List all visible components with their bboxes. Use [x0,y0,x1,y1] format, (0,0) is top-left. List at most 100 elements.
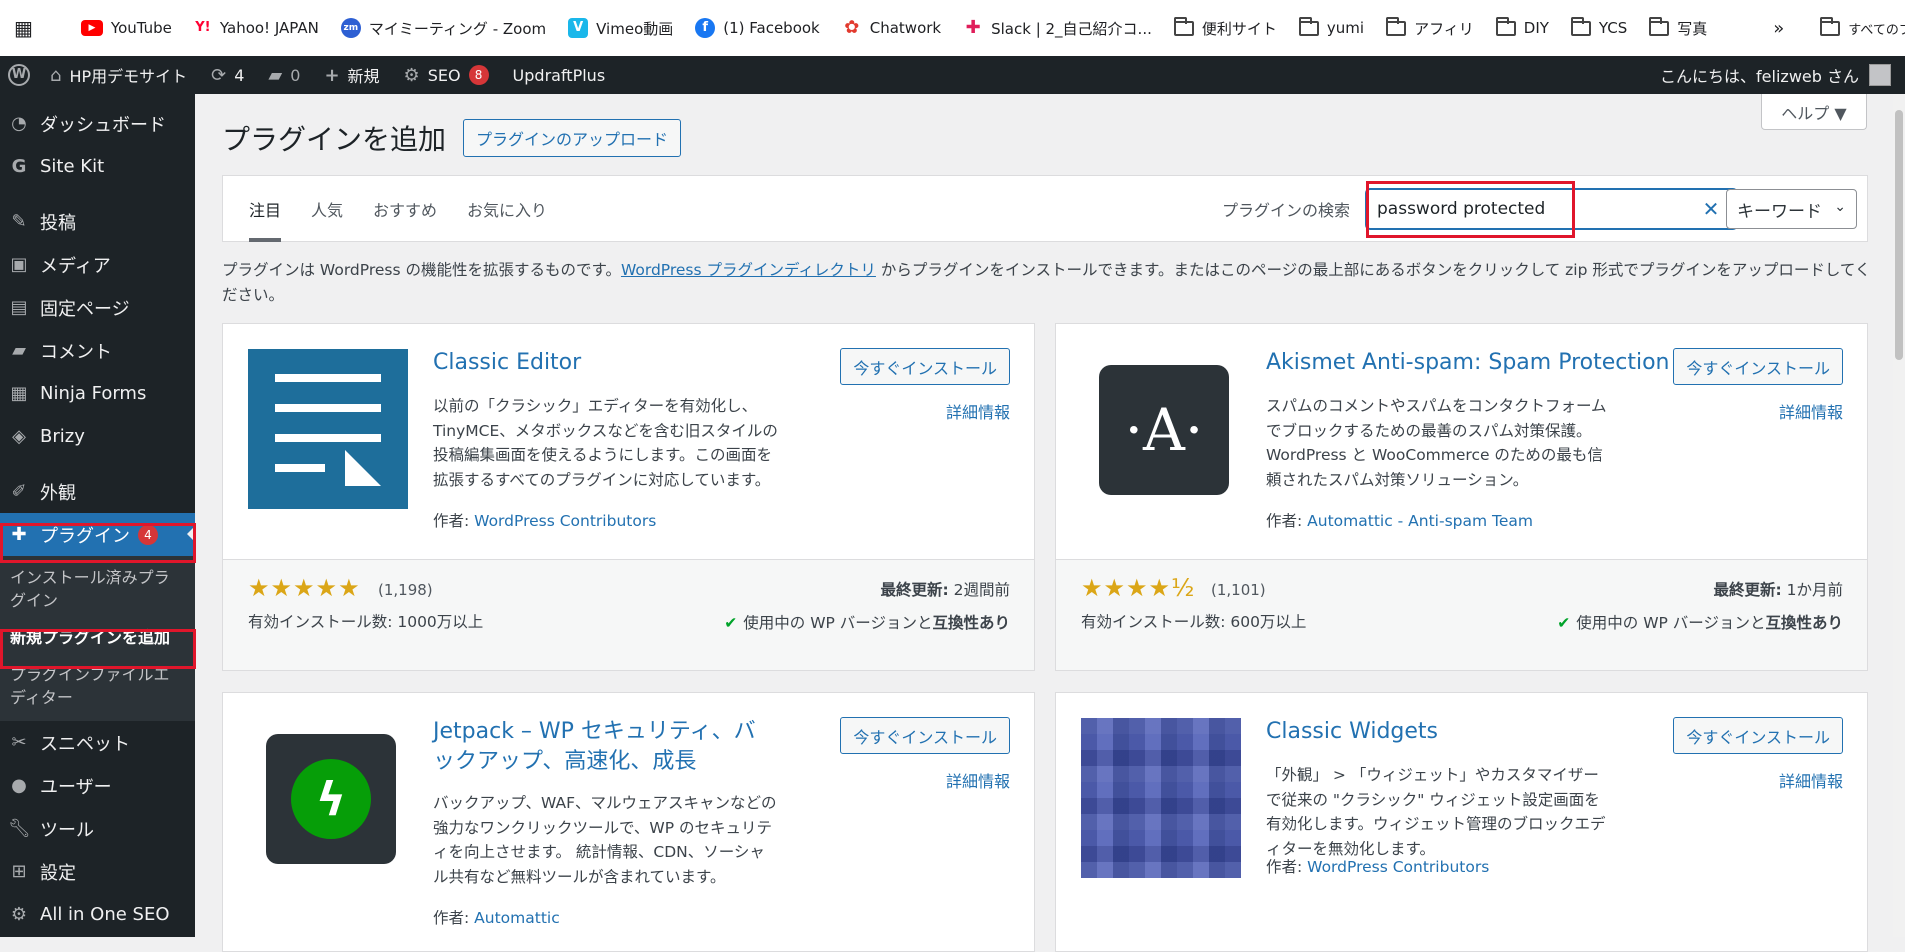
tab-featured[interactable]: 注目 [249,176,282,242]
plugin-name[interactable]: Classic Editor [433,348,763,378]
admin-bar-site[interactable]: ⌂ HP用デモサイト [38,56,199,94]
plugin-name[interactable]: Jetpack – WP セキュリティ、バックアップ、高速化、成長 [433,717,763,777]
admin-bar-account[interactable]: こんにちは、felizweb さん [1660,56,1891,94]
sidebar-item-brizy[interactable]: ◈ Brizy [0,415,195,458]
scissors-icon: ✂ [11,732,27,753]
sidebar-item-appearance[interactable]: ✐ 外観 [0,470,195,513]
wordpress-logo-icon[interactable]: W [0,56,38,94]
tab-favorites[interactable]: お気に入り [467,176,547,242]
install-now-button[interactable]: 今すぐインストール [840,717,1010,754]
plugin-description: 以前の「クラシック」エディターを有効化し、TinyMCE、メタボックスなどを含む… [433,397,778,489]
bookmark-folder[interactable]: yumi [1298,16,1364,37]
bookmark-folder[interactable]: 写真 [1649,16,1707,39]
bookmark-vimeo[interactable]: V Vimeo動画 [568,18,673,39]
admin-bar-seo[interactable]: ⚙ SEO 8 [392,56,501,94]
bookmark-folder[interactable]: アフィリ [1386,16,1474,39]
help-button[interactable]: ヘルプ ▼ [1761,94,1867,130]
bookmark-chatwork[interactable]: ✿ Chatwork [841,18,941,38]
jetpack-icon[interactable]: ϟ [248,718,408,878]
admin-bar-updraftplus[interactable]: UpdraftPlus [501,56,618,94]
upload-plugin-button[interactable]: プラグインのアップロード [463,119,682,157]
folder-icon [1173,16,1194,36]
more-details-link[interactable]: 詳細情報 [946,768,1010,792]
bookmark-youtube[interactable]: ▶ YouTube [80,19,172,37]
check-icon: ✔ [1557,614,1571,632]
author-link[interactable]: Automattic - Anti-spam Team [1307,512,1533,530]
author-link[interactable]: WordPress Contributors [474,512,656,530]
sidebar-item-snippets[interactable]: ✂ スニペット [0,721,195,764]
bookmark-facebook[interactable]: f (1) Facebook [695,18,820,38]
rating-count[interactable]: (1,198) [378,581,433,599]
sidebar-item-pages[interactable]: ▤ 固定ページ [0,286,195,329]
compatibility: ✔ 使用中の WP バージョンと互換性あり [724,614,1010,632]
last-updated: 最終更新: 1か月前 [1713,581,1844,599]
avatar [1869,64,1891,86]
admin-bar-new[interactable]: + 新規 [312,56,391,94]
all-bookmarks[interactable]: すべてのブックマーク [1820,16,1905,38]
apps-grid-icon[interactable]: ▦ [14,16,33,40]
plus-icon: + [324,64,340,86]
install-now-button[interactable]: 今すぐインストール [1673,348,1843,385]
classic-editor-icon[interactable] [248,349,408,509]
sidebar-item-posts[interactable]: ✎ 投稿 [0,200,195,243]
plugin-name[interactable]: Classic Widgets [1266,717,1596,747]
youtube-icon: ▶ [80,20,103,36]
tab-recommended[interactable]: おすすめ [373,176,437,242]
author-link[interactable]: WordPress Contributors [1307,858,1489,876]
page-title: プラグインを追加 [222,123,447,156]
admin-bar-comments[interactable]: ▰ 0 [256,56,312,94]
bookmarks-bar: ▦ ▶ YouTube Y! Yahoo! JAPAN zm マイミーティング - Z… [0,0,1905,56]
sidebar-item-dashboard[interactable]: ◔ ダッシュボード [0,102,195,145]
plugin-description: バックアップ、WAF、マルウェアスキャンなどの強力なワンクリックツールで、WP … [433,794,777,886]
sidebar-item-settings[interactable]: ⊞ 設定 [0,850,195,893]
facebook-icon: f [695,18,716,38]
more-details-link[interactable]: 詳細情報 [946,399,1010,423]
seo-badge: 8 [468,65,489,85]
check-icon: ✔ [724,614,738,632]
bookmark-folder[interactable]: DIY [1495,16,1549,37]
bookmark-folder[interactable]: YCS [1570,16,1627,37]
plugin-directory-link[interactable]: WordPress プラグインディレクトリ [621,261,876,279]
install-now-button[interactable]: 今すぐインストール [840,348,1010,385]
folder-icon [1298,16,1319,36]
rating-count[interactable]: (1,101) [1211,581,1266,599]
admin-bar-updates[interactable]: ⟳ 4 [199,56,256,94]
user-icon: ● [11,775,27,796]
forms-icon: ▦ [10,383,28,404]
plugin-card-footer: ★★★★½ (1,101) 有効インストール数: 600万以上 最終更新: 1か… [1056,559,1867,670]
bookmark-slack[interactable]: ✚ Slack | 2_自己紹介コ... [963,18,1152,39]
admin-sidebar: ◔ ダッシュボード G Site Kit ✎ 投稿 ▣ メディア ▤ 固定ページ ▰ コメン… [0,94,195,937]
slack-icon: ✚ [963,18,984,38]
install-now-button[interactable]: 今すぐインストール [1673,717,1843,754]
sidebar-item-site-kit[interactable]: G Site Kit [0,145,195,188]
sidebar-item-comments[interactable]: ▰ コメント [0,329,195,372]
search-type-select[interactable]: キーワード ⌄ [1726,189,1857,229]
folder-icon [1386,16,1407,36]
submenu-installed-plugins[interactable]: インストール済みプラグイン [0,562,195,616]
plugin-name[interactable]: Akismet Anti-spam: Spam Protection [1266,348,1686,378]
more-details-link[interactable]: 詳細情報 [1779,768,1843,792]
more-details-link[interactable]: 詳細情報 [1779,399,1843,423]
sidebar-item-all-in-one-seo[interactable]: ⚙ All in One SEO [0,893,195,936]
comment-icon: ▰ [268,64,283,86]
sidebar-item-ninja-forms[interactable]: ▦ Ninja Forms [0,372,195,415]
active-installs: 有効インストール数: 1000万以上 [248,613,484,631]
author-link[interactable]: Automattic [474,909,560,927]
bookmark-yahoo[interactable]: Y! Yahoo! JAPAN [193,18,319,38]
sidebar-item-tools[interactable]: 🔧︎ ツール [0,807,195,850]
star-rating: ★★★★½ [1081,574,1196,602]
sidebar-item-users[interactable]: ● ユーザー [0,764,195,807]
scrollbar-thumb[interactable] [1895,110,1903,360]
classic-widgets-icon[interactable] [1081,718,1241,878]
folder-icon [1495,16,1516,36]
folder-icon [1649,16,1670,36]
bookmark-folder[interactable]: 便利サイト [1173,16,1277,39]
search-label: プラグインの検索 [1222,201,1351,220]
sidebar-item-media[interactable]: ▣ メディア [0,243,195,286]
clear-search-icon[interactable]: ✕ [1693,190,1729,228]
plugin-author: 作者: WordPress Contributors [433,512,657,530]
tab-popular[interactable]: 人気 [311,176,343,242]
bookmark-zoom[interactable]: zm マイミーティング - Zoom [340,18,546,39]
more-bookmarks-icon[interactable]: » [1773,18,1784,39]
akismet-icon[interactable]: ·A· [1081,349,1241,509]
